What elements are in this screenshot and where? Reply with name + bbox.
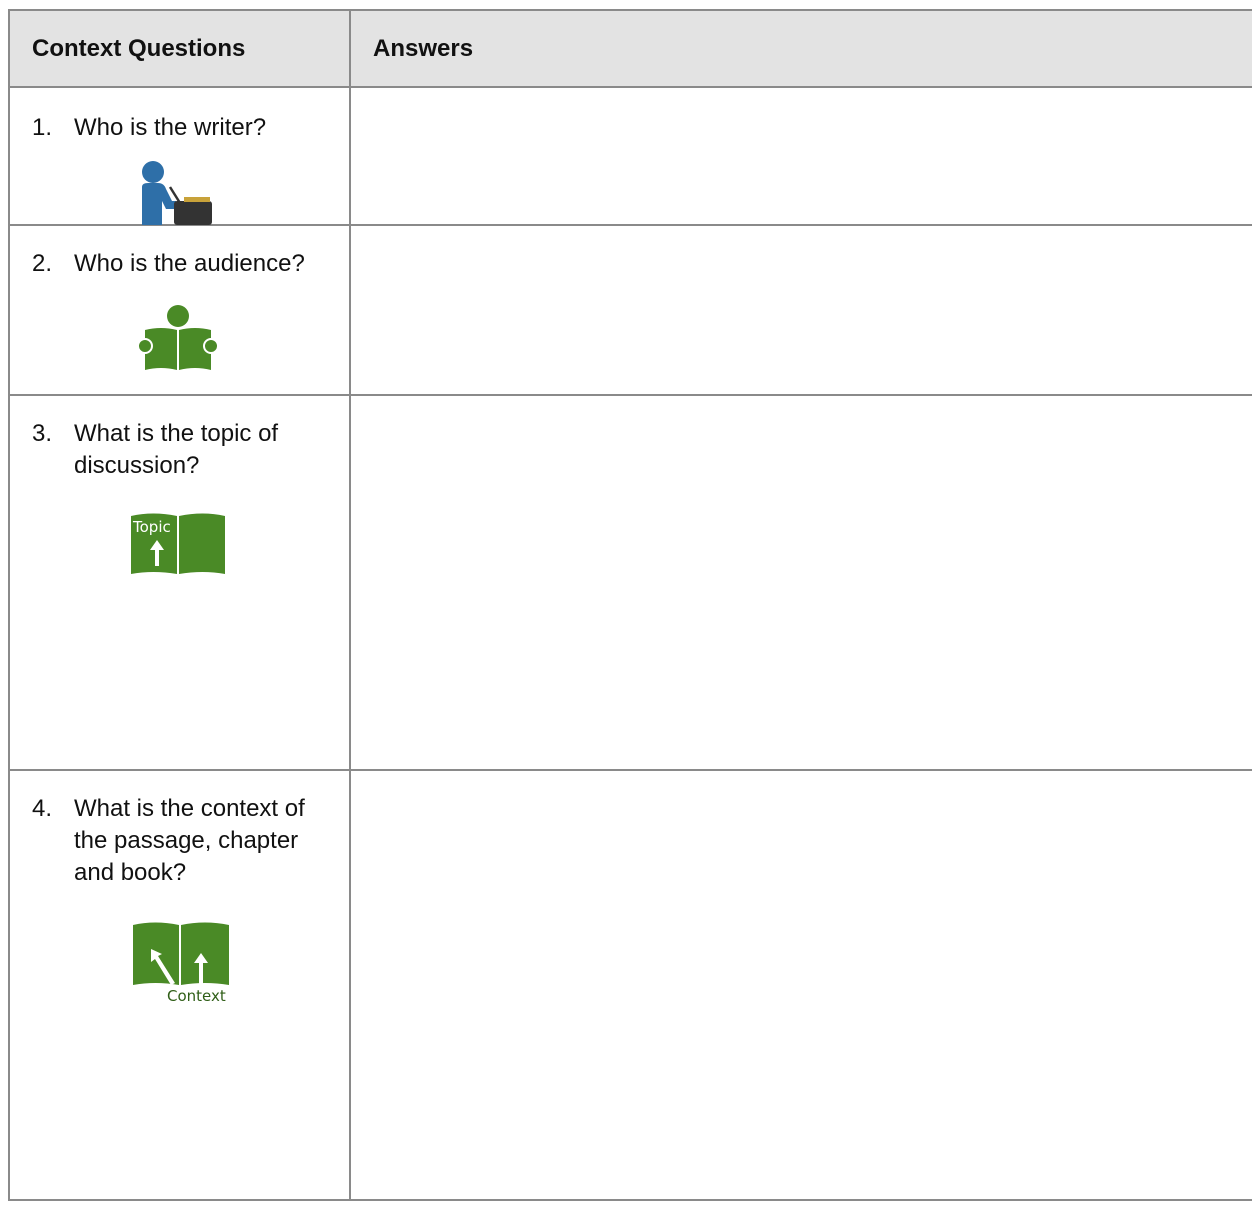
question-cell: 4. What is the context of the passage, c…	[8, 769, 351, 1201]
open-book-shape	[133, 922, 229, 985]
table-row: 4. What is the context of the passage, c…	[8, 769, 1252, 1201]
question-text: What is the topic of discussion?	[74, 420, 279, 479]
writer-at-desk-icon	[142, 161, 212, 225]
answer-cell[interactable]	[349, 86, 1252, 226]
question-number: 4.	[32, 795, 53, 822]
table-row: 1. Who is the writer?	[8, 86, 1252, 226]
topic-label: Topic	[133, 518, 171, 536]
table-row: 2. Who is the audience?	[8, 224, 1252, 396]
context-table: Context Questions Answers 1. Who is the …	[8, 9, 1252, 1201]
question-text: Who is the audience?	[74, 250, 305, 277]
question-cell: 3. What is the topic of discussion? Topi…	[8, 394, 351, 771]
question-text: What is the context of the passage, chap…	[74, 795, 305, 886]
context-questions-worksheet: Context Questions Answers 1. Who is the …	[8, 9, 1252, 1209]
reader-with-book-icon	[137, 305, 219, 370]
context-label: Context	[167, 987, 226, 1005]
answer-cell[interactable]	[349, 769, 1252, 1201]
question-number: 2.	[32, 250, 53, 277]
table-row: 3. What is the topic of discussion? Topi…	[8, 394, 1252, 771]
context-book-icon: Context	[131, 921, 231, 1007]
question-number: 3.	[32, 420, 53, 447]
question-number: 1.	[32, 114, 53, 141]
topic-book-icon: Topic	[129, 512, 227, 576]
answer-cell[interactable]	[349, 394, 1252, 771]
question-text: Who is the writer?	[74, 114, 267, 141]
answer-cell[interactable]	[349, 224, 1252, 396]
header-row: Context Questions Answers	[8, 9, 1252, 88]
question-cell: 2. Who is the audience?	[8, 224, 351, 396]
header-context-questions: Context Questions	[8, 9, 351, 88]
header-answers: Answers	[349, 9, 1252, 88]
question-cell: 1. Who is the writer?	[8, 86, 351, 226]
